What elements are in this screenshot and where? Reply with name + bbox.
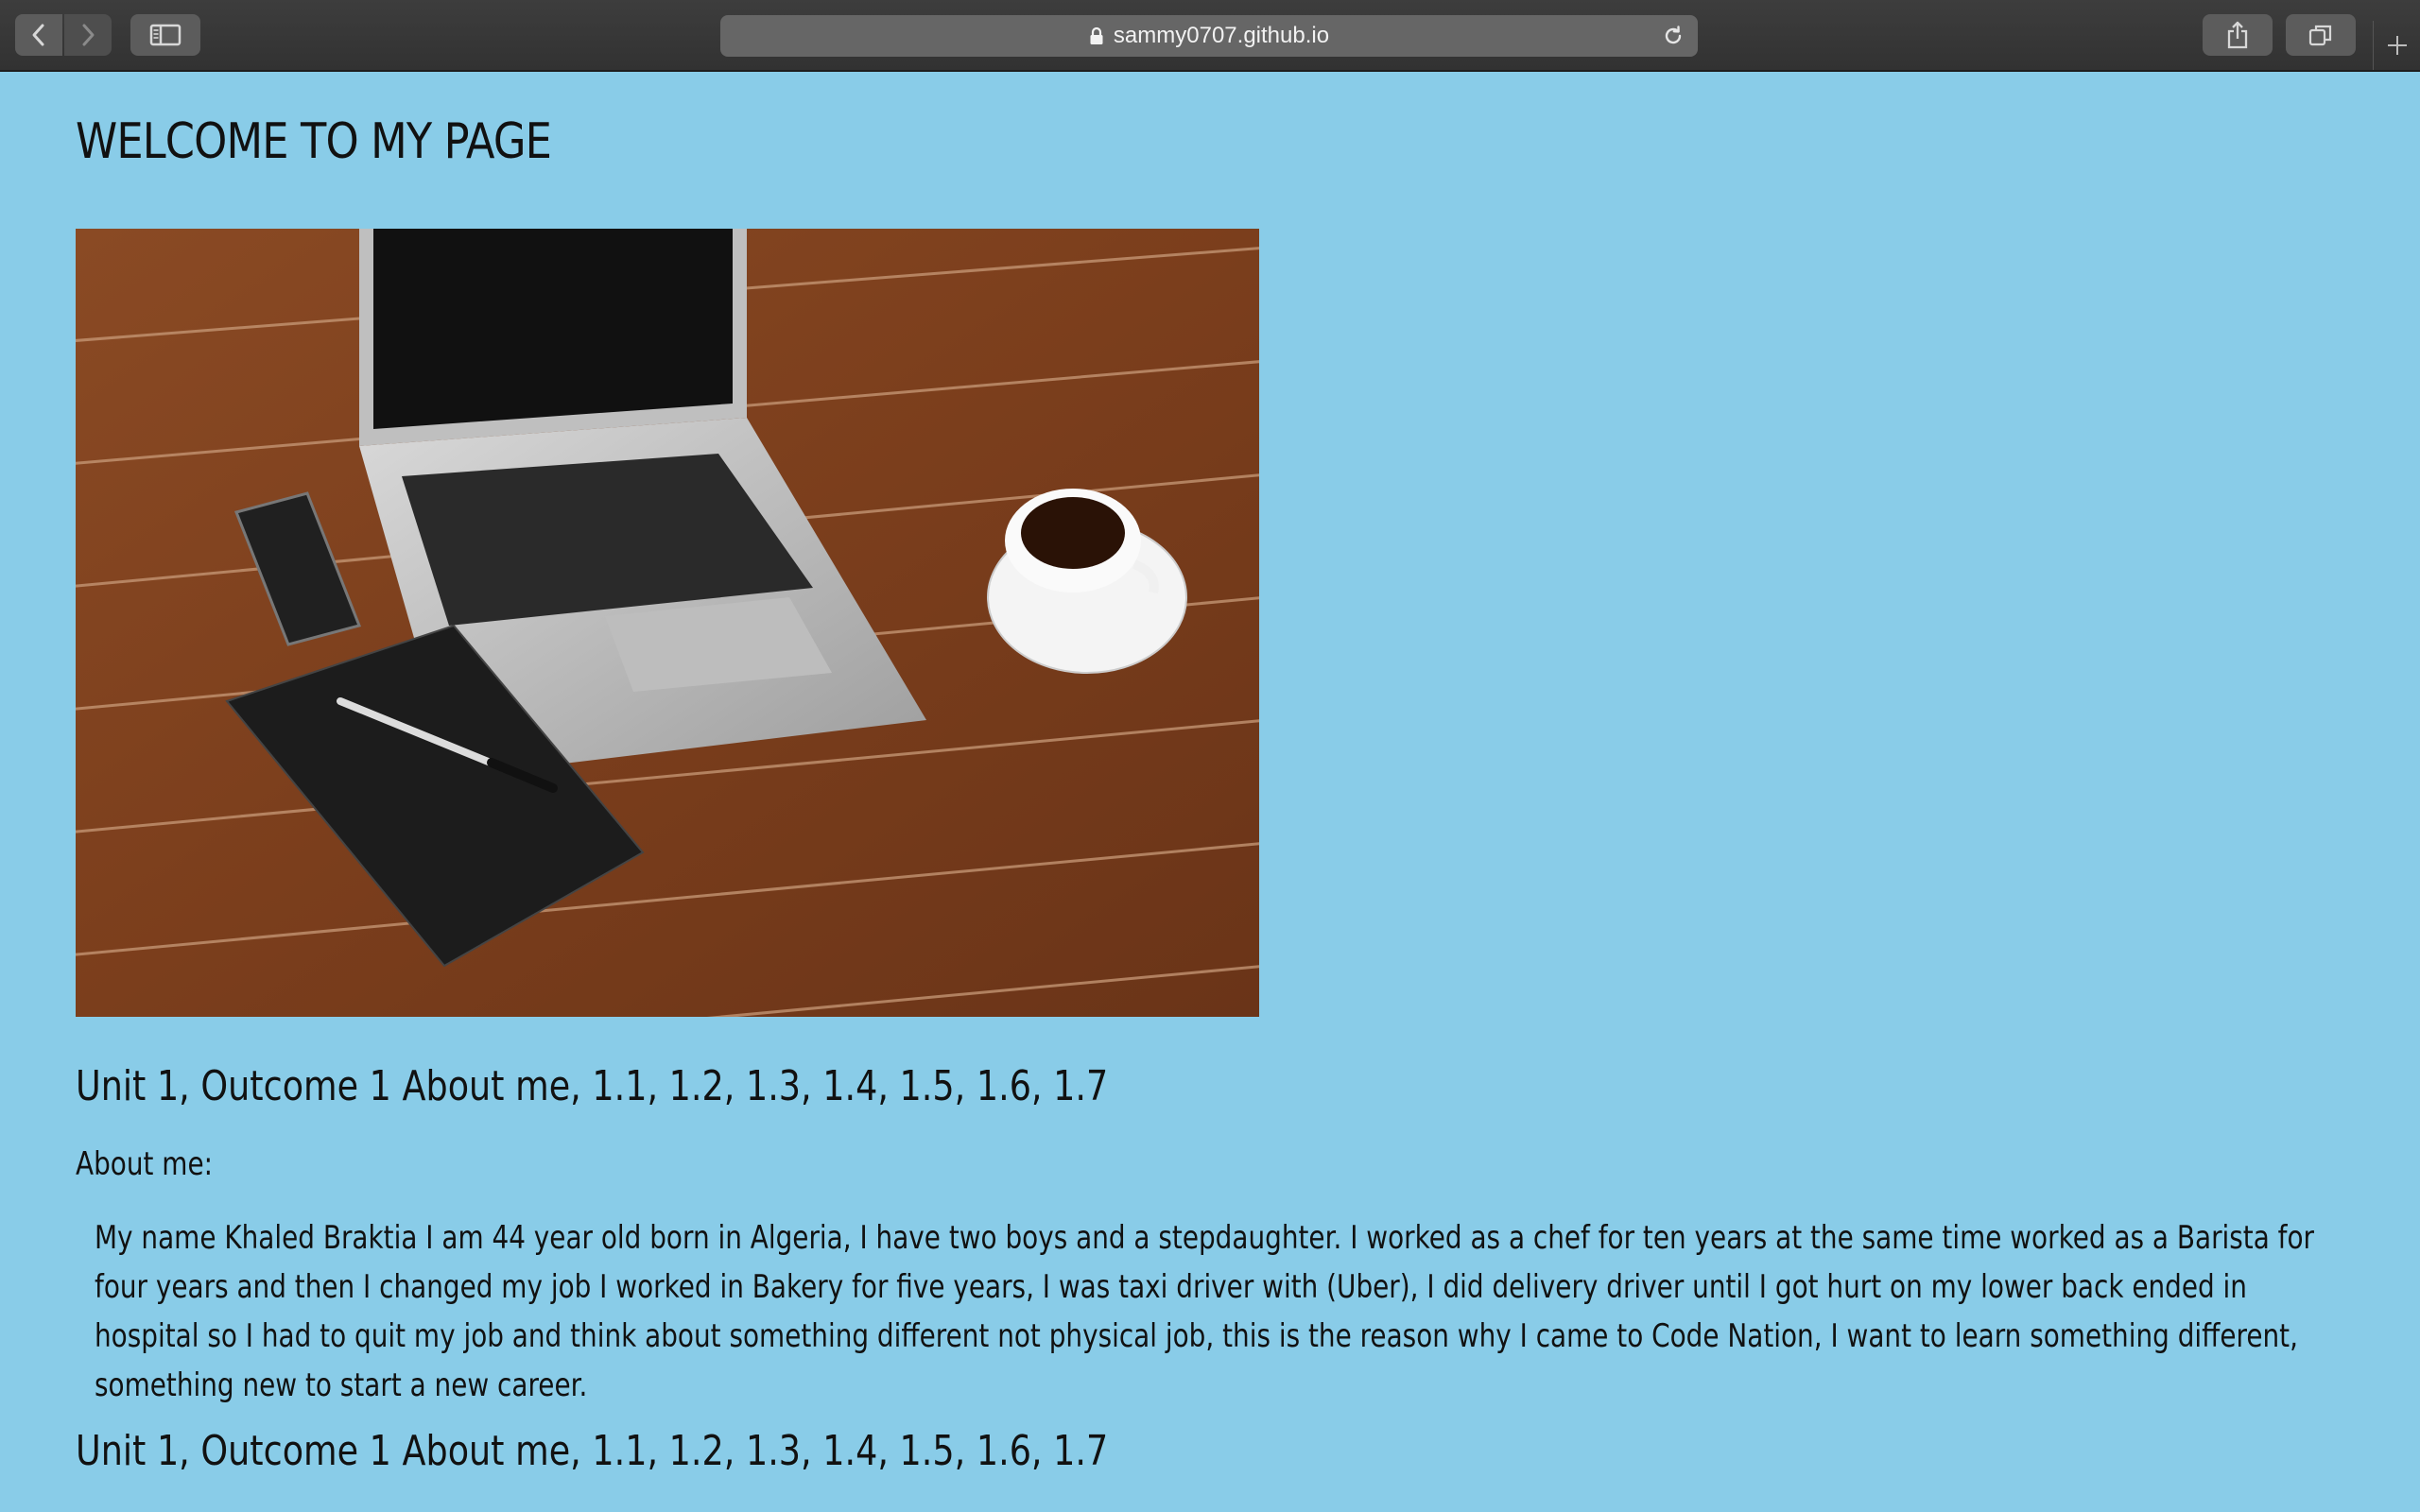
page-title: WELCOME TO MY PAGE: [76, 113, 552, 170]
new-tab-button[interactable]: [2373, 21, 2420, 70]
share-button[interactable]: [2203, 14, 2273, 56]
chevron-left-icon: [32, 24, 44, 46]
about-label: About me:: [76, 1145, 213, 1183]
plus-icon: [2388, 36, 2407, 55]
section-heading-second: Unit 1, Outcome 1 About me, 1.1, 1.2, 1.…: [76, 1427, 1109, 1475]
tab-overview-button[interactable]: [2286, 14, 2356, 56]
laptop-desk-photo: [76, 229, 1259, 1017]
reload-icon[interactable]: [1662, 25, 1685, 47]
section-heading: Unit 1, Outcome 1 About me, 1.1, 1.2, 1.…: [76, 1062, 1109, 1110]
address-bar[interactable]: sammy0707.github.io: [720, 15, 1698, 57]
back-button[interactable]: [15, 14, 62, 56]
share-icon: [2227, 21, 2248, 49]
url-text: sammy0707.github.io: [1113, 23, 1330, 48]
sidebar-toggle-button[interactable]: [130, 14, 200, 56]
browser-toolbar: sammy0707.github.io: [0, 0, 2420, 72]
about-paragraph: My name Khaled Braktia I am 44 year old …: [95, 1219, 2315, 1404]
forward-button[interactable]: [64, 14, 112, 56]
hero-image: [76, 229, 1259, 1017]
sidebar-icon: [149, 24, 182, 46]
chevron-right-icon: [82, 24, 95, 46]
tabs-icon: [2308, 25, 2332, 46]
lock-icon: [1090, 26, 1103, 44]
